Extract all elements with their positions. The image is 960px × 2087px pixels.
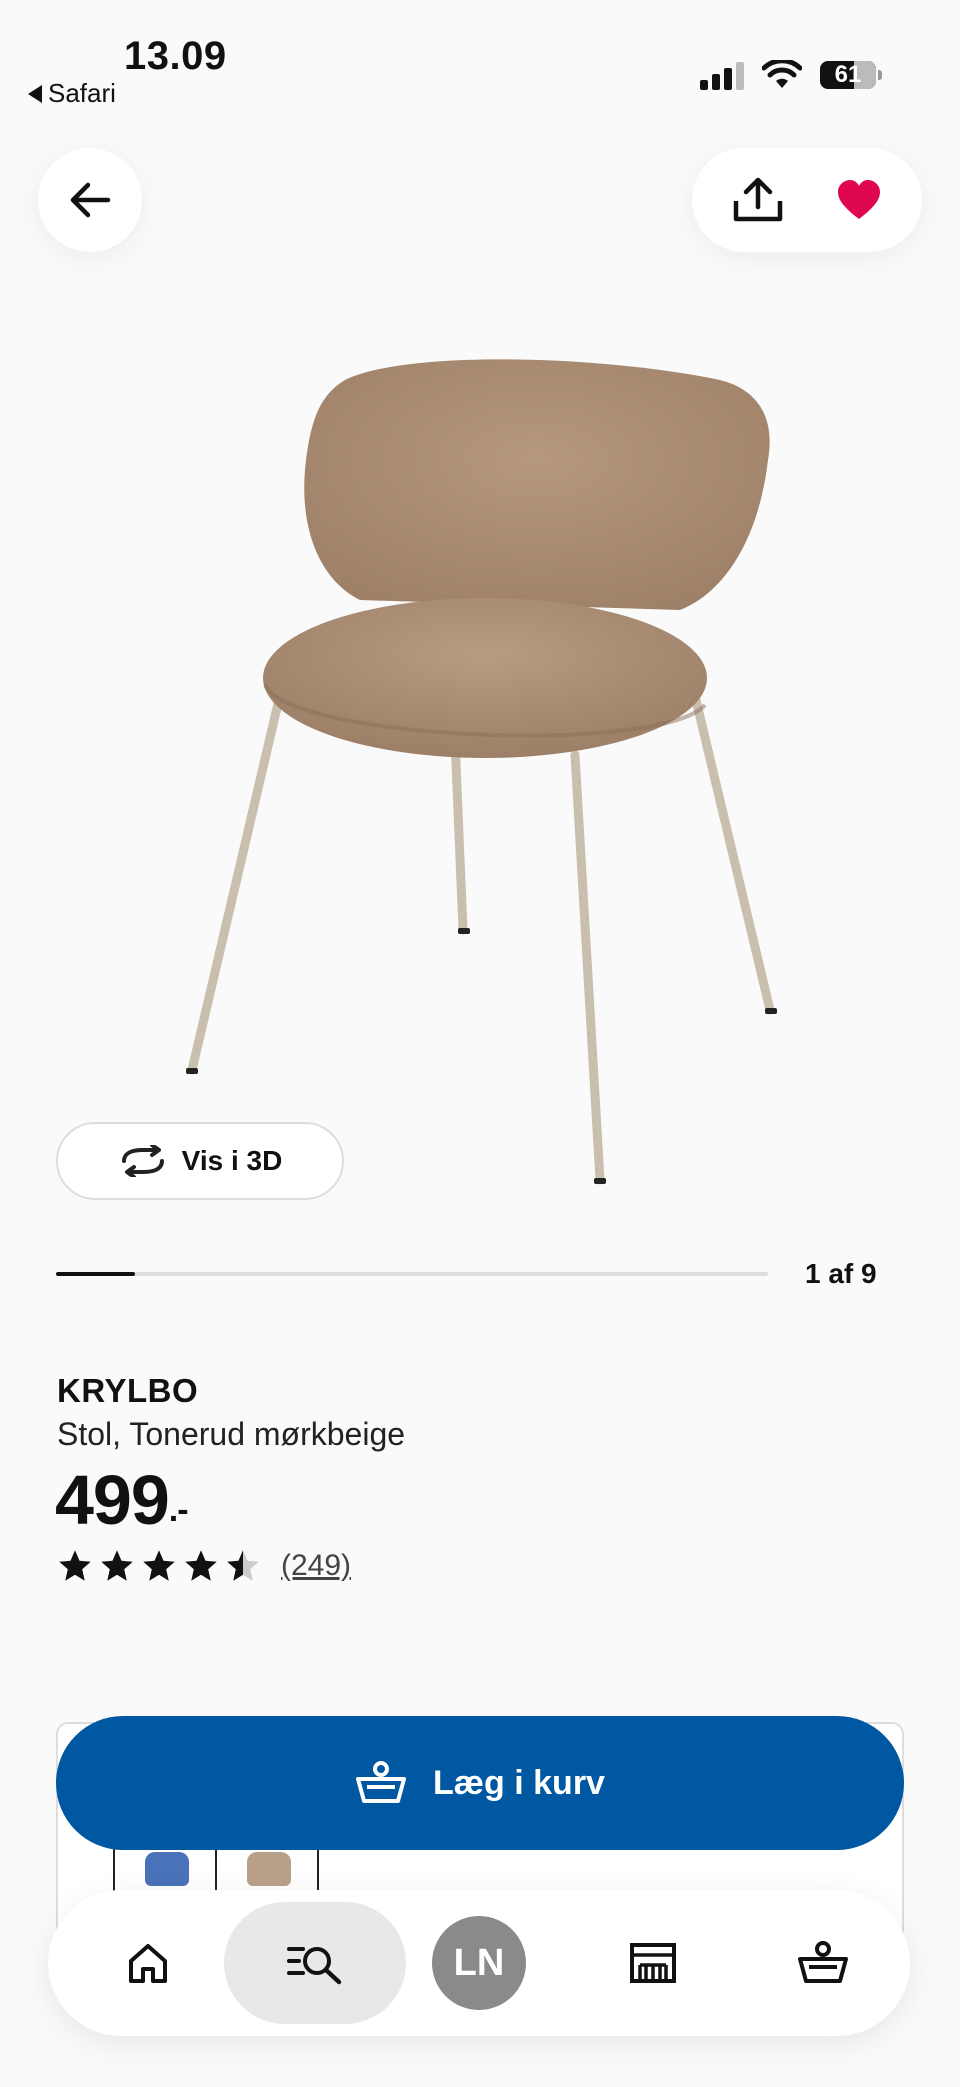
image-progress-fill [56, 1272, 136, 1276]
search-list-icon [287, 1947, 342, 1985]
home-icon [129, 1944, 167, 1983]
top-actions-pill [692, 148, 922, 252]
view-3d-button[interactable]: Vis i 3D [56, 1122, 344, 1200]
nav-home[interactable] [108, 1890, 188, 2036]
image-counter: 1 af 9 [805, 1258, 877, 1289]
wifi-icon [762, 60, 802, 88]
variant-swatch [247, 1852, 291, 1886]
back-triangle-icon [28, 84, 42, 103]
view-3d-label: Vis i 3D [181, 1145, 283, 1176]
nav-basket[interactable] [783, 1890, 863, 2036]
product-price: 499 .- [55, 1460, 189, 1540]
nav-stores[interactable] [613, 1890, 693, 2036]
price-value: 499 [55, 1461, 170, 1539]
nav-profile[interactable]: LN [432, 1890, 526, 2036]
basket-icon [356, 1761, 407, 1803]
back-app-label: Safari [48, 78, 116, 108]
back-to-safari[interactable]: Safari [28, 78, 116, 109]
star-icon [185, 1550, 217, 1581]
nav-search[interactable] [224, 1890, 406, 2036]
status-time: 13.09 [124, 34, 227, 78]
back-button[interactable] [38, 148, 142, 252]
heart-filled-icon[interactable] [836, 179, 882, 221]
profile-avatar: LN [432, 1916, 526, 2010]
star-half-icon [227, 1550, 259, 1581]
store-icon [630, 1943, 676, 1983]
add-to-cart-button[interactable]: Læg i kurv [56, 1716, 904, 1850]
variant-swatch [145, 1852, 189, 1886]
rating[interactable]: (249) [57, 1548, 351, 1584]
image-progress-bar [56, 1272, 768, 1276]
cellular-signal-icon [700, 60, 744, 90]
battery-icon: 61 [820, 61, 882, 89]
status-icons: 61 [700, 60, 882, 90]
arrow-left-icon [70, 182, 111, 218]
share-upload-icon[interactable] [732, 177, 784, 223]
product-page: 13.09 Safari 61 Vis i 3D 1 af 9 KRYLBO S… [0, 0, 960, 2087]
rotate-3d-icon [121, 1145, 164, 1177]
price-suffix: .- [168, 1491, 189, 1529]
star-icon [143, 1550, 175, 1581]
product-image[interactable] [120, 300, 840, 1220]
review-count-link[interactable]: (249) [281, 1549, 351, 1583]
add-to-cart-label: Læg i kurv [433, 1763, 605, 1802]
basket-icon [798, 1941, 848, 1983]
star-icon [59, 1550, 91, 1581]
battery-level: 61 [834, 61, 862, 88]
product-name: KRYLBO [57, 1372, 199, 1409]
star-icon [101, 1550, 133, 1581]
bottom-navigation: LN [48, 1890, 910, 2036]
product-description: Stol, Tonerud mørkbeige [57, 1416, 406, 1452]
